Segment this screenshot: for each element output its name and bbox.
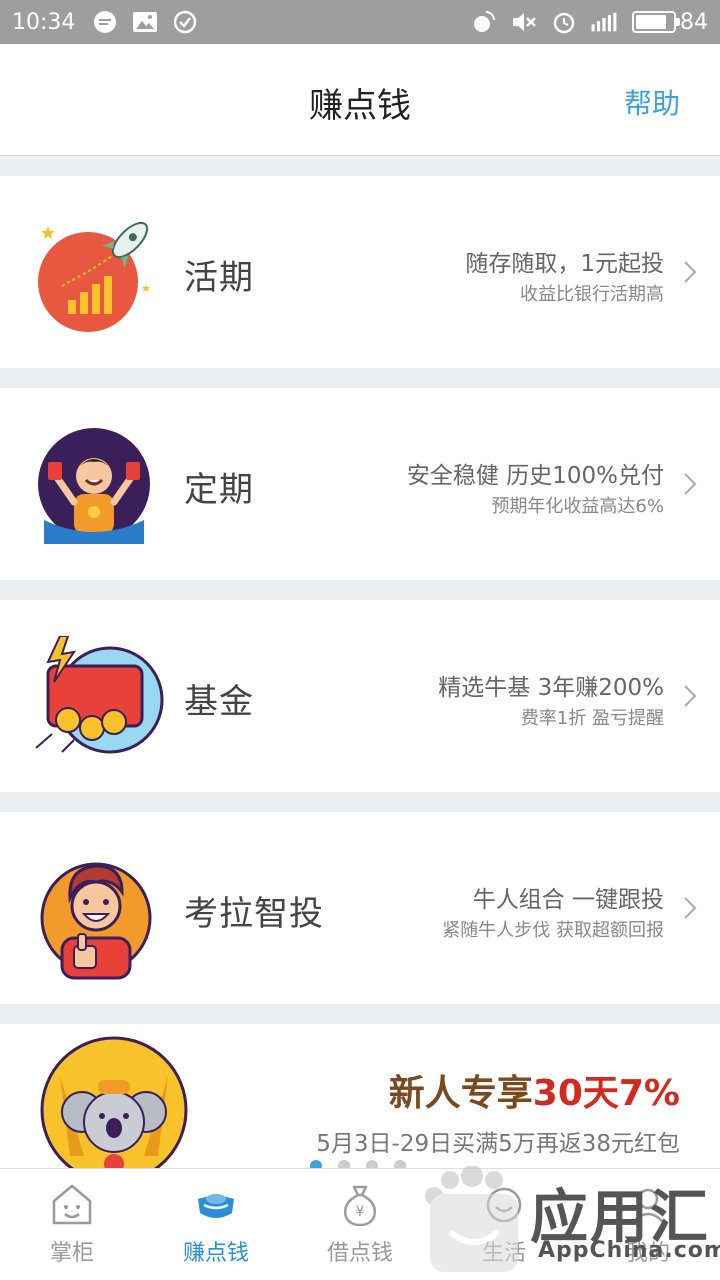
check-notification-icon bbox=[171, 8, 199, 36]
carousel-dot[interactable] bbox=[366, 1160, 378, 1168]
product-description: 费率1折 盈亏提醒 bbox=[520, 708, 664, 729]
product-name: 考拉智投 bbox=[184, 894, 324, 934]
product-description: 收益比银行活期高 bbox=[520, 284, 664, 305]
carousel-indicator bbox=[310, 1160, 422, 1168]
tab-home[interactable]: 掌柜 bbox=[0, 1169, 144, 1280]
chat-notification-icon bbox=[91, 8, 119, 36]
product-description: 紧随牛人步伐 获取超额回报 bbox=[442, 920, 664, 941]
appchina-watermark: 应用汇 AppChina.com bbox=[420, 1166, 720, 1280]
product-tagline: 安全稳健 历史100%兑付 bbox=[406, 463, 664, 489]
image-notification-icon bbox=[131, 8, 159, 36]
mute-icon bbox=[510, 8, 538, 36]
status-time: 10:34 bbox=[12, 9, 76, 35]
card-coins-icon bbox=[34, 635, 164, 756]
ingot-icon bbox=[198, 1194, 234, 1218]
chevron-right-icon bbox=[684, 473, 697, 495]
promo-subtitle: 5月3日-29日买满5万再返38元红包 bbox=[316, 1131, 680, 1157]
product-name: 定期 bbox=[184, 470, 254, 510]
battery-icon bbox=[632, 11, 680, 33]
tab-label: 借点钱 bbox=[326, 1241, 393, 1266]
money-bag-icon: ¥ bbox=[344, 1185, 376, 1227]
carousel-dot[interactable] bbox=[338, 1160, 350, 1168]
chevron-right-icon bbox=[684, 261, 697, 283]
rocket-chart-icon bbox=[34, 212, 154, 332]
carousel-dot[interactable] bbox=[394, 1160, 406, 1168]
tab-borrow[interactable]: ¥ 借点钱 bbox=[288, 1169, 432, 1280]
house-face-icon bbox=[52, 1184, 92, 1225]
chevron-right-icon bbox=[684, 897, 697, 919]
product-card-demand[interactable]: 活期 随存随取，1元起投 收益比银行活期高 bbox=[0, 176, 720, 368]
product-description: 预期年化收益高达6% bbox=[491, 496, 664, 517]
battery-level: 84 bbox=[680, 9, 708, 35]
tab-earn[interactable]: 赚点钱 bbox=[144, 1169, 288, 1280]
promo-headline: 新人专享30天7% bbox=[389, 1064, 680, 1116]
happy-man-icon bbox=[34, 424, 154, 544]
help-link[interactable]: 帮助 bbox=[624, 82, 680, 122]
product-tagline: 精选牛基 3年赚200% bbox=[438, 675, 664, 701]
signal-icon bbox=[590, 8, 618, 36]
page-title: 赚点钱 bbox=[309, 86, 411, 126]
tab-label: 掌柜 bbox=[49, 1241, 94, 1266]
call-forward-icon bbox=[470, 8, 498, 36]
watermark-domain: AppChina.com bbox=[538, 1238, 720, 1263]
alarm-icon bbox=[550, 8, 578, 36]
promo-headline-label: 新人专享 bbox=[388, 1073, 533, 1114]
watermark-logo-icon bbox=[425, 1166, 518, 1272]
product-tagline: 随存随取，1元起投 bbox=[465, 251, 664, 277]
promo-banner[interactable]: 新人专享30天7% 5月3日-29日买满5万再返38元红包 bbox=[0, 1024, 720, 1168]
product-card-fund[interactable]: 基金 精选牛基 3年赚200% 费率1折 盈亏提醒 bbox=[0, 600, 720, 792]
product-name: 活期 bbox=[184, 258, 254, 298]
product-card-smart-invest[interactable]: 考拉智投 牛人组合 一键跟投 紧随牛人步伐 获取超额回报 bbox=[0, 812, 720, 1004]
product-name: 基金 bbox=[184, 682, 254, 722]
status-bar: 10:34 84 bbox=[0, 0, 720, 44]
koala-mascot-icon bbox=[40, 1036, 188, 1168]
carousel-dot[interactable] bbox=[310, 1160, 322, 1168]
app-header: 赚点钱 帮助 bbox=[0, 44, 720, 156]
tab-label: 赚点钱 bbox=[182, 1241, 249, 1266]
product-tagline: 牛人组合 一键跟投 bbox=[472, 887, 664, 913]
svg-text:¥: ¥ bbox=[356, 1204, 365, 1220]
chevron-right-icon bbox=[684, 685, 697, 707]
product-card-fixed[interactable]: 定期 安全稳健 历史100%兑付 预期年化收益高达6% bbox=[0, 388, 720, 580]
thumbs-up-man-icon bbox=[34, 848, 154, 980]
promo-headline-rate: 30天7% bbox=[532, 1073, 680, 1114]
